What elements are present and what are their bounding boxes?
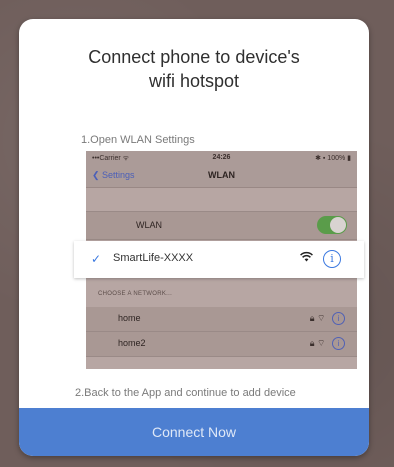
- lock-icon: 🔒︎: [309, 337, 315, 348]
- network-name: home2: [118, 338, 146, 348]
- info-icon: i: [332, 312, 345, 325]
- connect-hotspot-dialog: Connect phone to device's wifi hotspot 1…: [19, 19, 369, 456]
- choose-network-header: CHOOSE A NETWORK...: [98, 291, 173, 297]
- carrier-label: •••Carrier ᯤ: [92, 155, 130, 162]
- network-name: home: [118, 313, 141, 323]
- settings-nav-bar: ❮ Settings WLAN: [86, 165, 357, 188]
- info-icon: i: [332, 337, 345, 350]
- step-1-instruction: 1.Open WLAN Settings: [81, 134, 195, 146]
- wlan-toggle-row: WLAN: [86, 211, 357, 240]
- info-icon[interactable]: i: [323, 250, 341, 268]
- status-time: 24:26: [212, 154, 231, 161]
- toggle-knob: [330, 217, 346, 233]
- back-to-settings: ❮ Settings: [92, 170, 135, 180]
- dialog-title: Connect phone to device's wifi hotspot: [88, 47, 300, 91]
- check-icon: ✓: [91, 252, 102, 266]
- selected-network-name: SmartLife-XXXX: [113, 252, 194, 264]
- step-2-instruction: 2.Back to the App and continue to add de…: [75, 387, 296, 399]
- wifi-icon: ⌔: [317, 312, 326, 323]
- wifi-icon: [300, 251, 313, 265]
- wifi-icon: ⌔: [317, 337, 326, 348]
- network-row: home2 🔒︎ ⌔ i: [86, 332, 357, 357]
- battery-indicator: ✱ ▪ 100% ▮: [315, 155, 351, 162]
- status-bar: •••Carrier ᯤ 24:26 ✱ ▪ 100% ▮: [86, 151, 357, 165]
- selected-network-row: ✓ SmartLife-XXXX i: [74, 241, 364, 278]
- network-row: home 🔒︎ ⌔ i: [86, 307, 357, 332]
- lock-icon: 🔒︎: [309, 312, 315, 323]
- nav-title: WLAN: [208, 170, 235, 180]
- wlan-label: WLAN: [136, 220, 163, 230]
- wlan-toggle: [317, 216, 347, 234]
- connect-now-button[interactable]: Connect Now: [19, 408, 369, 456]
